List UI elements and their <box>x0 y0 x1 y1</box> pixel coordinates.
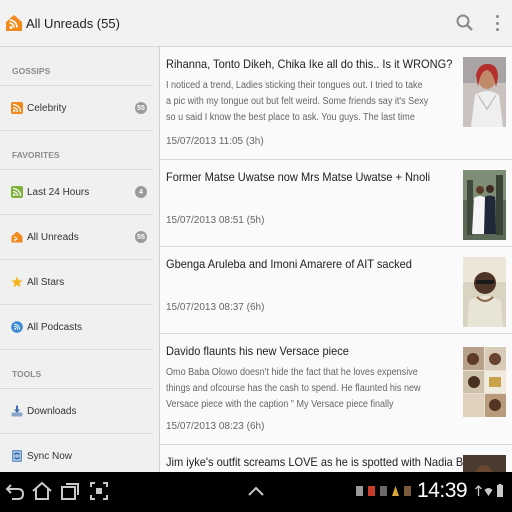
sidebar-item-sync-now[interactable]: Sync Now <box>0 434 153 472</box>
battery-icon <box>497 484 503 497</box>
article-title[interactable]: Rihanna, Tonto Dikeh, Chika Ike all do t… <box>166 57 452 72</box>
rss-logo-icon[interactable] <box>5 14 23 32</box>
article-snippet: Omo Baba Olowo doesn't hide the fact tha… <box>166 367 421 410</box>
article-date: 15/07/2013 08:37 (6h) <box>166 302 265 313</box>
notification-icon <box>368 486 375 496</box>
screenshot-icon[interactable] <box>88 480 110 502</box>
sidebar-item-label: All Unreads <box>27 231 79 243</box>
podcast-icon <box>11 321 23 333</box>
article-thumbnail[interactable] <box>463 57 506 127</box>
wifi-icon <box>484 488 493 496</box>
recent-apps-icon[interactable] <box>59 480 81 502</box>
sidebar-item-label: Sync Now <box>27 450 73 462</box>
overflow-menu-icon[interactable] <box>491 13 503 33</box>
rss-green-icon <box>11 186 23 198</box>
sidebar-item-last-24-hours[interactable]: Last 24 Hours 4 <box>0 170 153 215</box>
sidebar-item-celebrity[interactable]: Celebrity 55 <box>0 86 153 131</box>
list-item[interactable]: Rihanna, Tonto Dikeh, Chika Ike all do t… <box>160 47 512 160</box>
sidebar-item-label: Celebrity <box>27 102 67 114</box>
section-header-favorites: FAVORITES <box>0 131 153 170</box>
sidebar-item-all-stars[interactable]: All Stars <box>0 260 153 305</box>
sidebar: GOSSIPS Celebrity 55 FAVORITES Last 24 H… <box>0 47 160 472</box>
unread-count-badge: 4 <box>135 186 147 198</box>
sidebar-item-all-unreads[interactable]: All Unreads 55 <box>0 215 153 260</box>
rss-logo-icon <box>11 231 23 243</box>
sidebar-item-downloads[interactable]: Downloads <box>0 389 153 434</box>
sidebar-item-label: Last 24 Hours <box>27 186 90 198</box>
section-header-gossips: GOSSIPS <box>0 47 153 86</box>
home-icon[interactable] <box>31 480 53 502</box>
list-item[interactable]: Jim iyke's outfit screams LOVE as he is … <box>160 445 512 472</box>
article-date: 15/07/2013 11:05 (3h) <box>166 136 264 147</box>
chevron-up-icon[interactable] <box>246 484 266 498</box>
article-title[interactable]: Jim iyke's outfit screams LOVE as he is … <box>166 455 482 470</box>
unread-count-badge: 55 <box>135 102 147 114</box>
article-thumbnail[interactable] <box>463 346 506 418</box>
article-date: 15/07/2013 08:51 (5h) <box>166 215 265 226</box>
sync-icon <box>12 450 22 462</box>
notification-icon <box>380 486 387 496</box>
article-snippet: I noticed a trend, Ladies sticking their… <box>166 80 429 123</box>
notification-icon <box>404 486 411 496</box>
search-icon[interactable] <box>455 13 475 33</box>
list-item[interactable]: Former Matse Uwatse now Mrs Matse Uwatse… <box>160 160 512 247</box>
article-title[interactable]: Former Matse Uwatse now Mrs Matse Uwatse… <box>166 170 435 185</box>
notification-icon <box>392 486 399 496</box>
rss-feed-icon <box>11 102 23 114</box>
article-title[interactable]: Davido flaunts his new Versace piece <box>166 344 435 359</box>
notification-icon <box>356 486 363 496</box>
sidebar-item-label: All Stars <box>27 276 65 288</box>
app-window: All Unreads (55) GOSSIPS Celebrity 55 FA… <box>0 0 512 472</box>
list-item[interactable]: Gbenga Aruleba and Imoni Amarere of AIT … <box>160 247 512 334</box>
article-thumbnail[interactable] <box>463 170 506 240</box>
article-date: 15/07/2013 08:23 (6h) <box>166 421 265 432</box>
action-bar: All Unreads (55) <box>0 0 512 47</box>
system-nav-bar: 14:39 <box>0 472 512 512</box>
page-title[interactable]: All Unreads (55) <box>26 16 120 31</box>
status-clock: 14:39 <box>417 479 468 502</box>
article-title[interactable]: Gbenga Aruleba and Imoni Amarere of AIT … <box>166 257 435 272</box>
download-icon <box>11 405 23 417</box>
sidebar-item-label: Downloads <box>27 405 77 417</box>
sync-status-icon <box>475 485 482 496</box>
unread-count-badge: 55 <box>135 231 147 243</box>
article-thumbnail[interactable] <box>463 455 506 472</box>
star-icon <box>11 276 23 288</box>
article-list: Rihanna, Tonto Dikeh, Chika Ike all do t… <box>160 47 512 472</box>
article-thumbnail[interactable] <box>463 257 506 327</box>
section-header-tools: TOOLS <box>0 350 153 389</box>
sidebar-item-label: All Podcasts <box>27 321 83 333</box>
sidebar-item-all-podcasts[interactable]: All Podcasts <box>0 305 153 350</box>
back-icon[interactable] <box>4 480 26 502</box>
list-item[interactable]: Davido flaunts his new Versace piece Omo… <box>160 334 512 445</box>
